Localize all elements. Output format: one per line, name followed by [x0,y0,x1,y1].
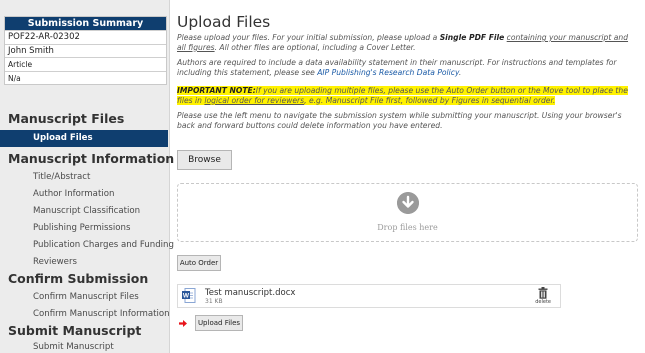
upload-files-button[interactable]: Upload Files [195,315,243,331]
data-statement-text: Authors are required to include a data a… [177,58,617,77]
download-arrow-icon [397,192,419,214]
sidebar-item-upload-files[interactable]: Upload Files [0,130,168,147]
page-title: Upload Files [177,13,271,31]
section-manuscript-information: Manuscript Information [8,151,175,166]
summary-title: Submission Summary [5,17,166,30]
sidebar-item-confirm-files[interactable]: Confirm Manuscript Files [0,289,168,306]
sidebar-item-author-information[interactable]: Author Information [0,186,168,203]
section-confirm-submission: Confirm Submission [8,271,149,286]
browse-button[interactable]: Browse [177,150,232,170]
sidebar-item-submit-manuscript[interactable]: Submit Manuscript [0,339,168,353]
important-note: IMPORTANT NOTE:If you are uploading mult… [177,86,628,105]
file-name: Test manuscript.docx [205,288,296,298]
navigation-note: Please use the left menu to navigate the… [177,111,622,130]
summary-type: Article [5,57,166,71]
submission-summary: Submission Summary POF22-AR-02302 John S… [4,16,167,85]
summary-author: John Smith [5,43,166,58]
file-size: 31 KB [205,298,223,305]
auto-order-button[interactable]: Auto Order [177,255,221,271]
drop-zone[interactable]: Drop files here [177,183,638,242]
red-arrow-icon [179,320,187,327]
summary-manuscript-id: POF22-AR-02302 [5,30,166,44]
trash-icon[interactable] [538,287,548,299]
drop-files-text: Drop files here [377,223,438,232]
section-manuscript-files: Manuscript Files [8,111,125,126]
sidebar-item-manuscript-classification[interactable]: Manuscript Classification [0,203,168,220]
svg-text:W: W [183,293,190,300]
uploaded-file-row[interactable]: W Test manuscript.docx 31 KB delete [177,284,561,308]
summary-extra: N/a [5,70,166,85]
sidebar-item-reviewers[interactable]: Reviewers [0,254,168,271]
sidebar-item-publishing-permissions[interactable]: Publishing Permissions [0,220,168,237]
sidebar-item-title-abstract[interactable]: Title/Abstract [0,169,168,186]
section-submit-manuscript: Submit Manuscript [8,323,142,338]
sidebar-item-publication-charges[interactable]: Publication Charges and Funding [0,237,174,254]
data-policy-link[interactable]: AIP Publishing's Research Data Policy [317,68,459,77]
sidebar: Submission Summary POF22-AR-02302 John S… [0,0,174,353]
sidebar-item-confirm-information[interactable]: Confirm Manuscript Information [0,306,170,323]
intro-text: Please upload your files. For your initi… [177,33,629,52]
word-document-icon: W [182,288,196,303]
delete-label[interactable]: delete [535,299,551,305]
